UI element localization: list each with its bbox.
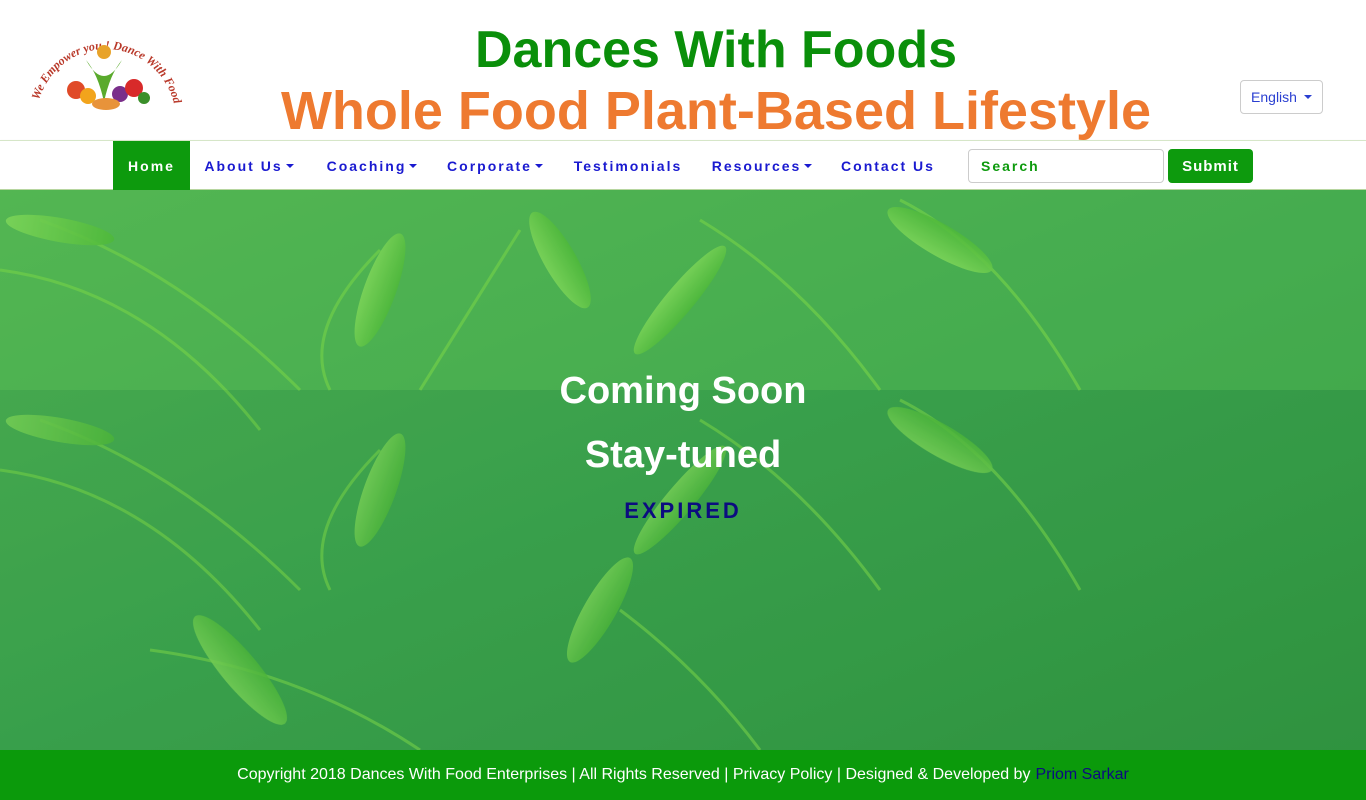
chevron-down-icon [1303, 95, 1312, 99]
stay-tuned-heading: Stay-tuned [584, 434, 782, 476]
search-input[interactable] [968, 149, 1164, 183]
chevron-down-icon [285, 163, 294, 168]
site-footer: Copyright 2018 Dances With Food Enterpri… [0, 750, 1366, 800]
site-header: We Empower you ! Dance With Foods Dances… [0, 0, 1366, 141]
submit-button[interactable]: Submit [1168, 149, 1253, 183]
nav-item-about-us[interactable]: About Us [195, 141, 303, 190]
nav-item-contact-us[interactable]: Contact Us [833, 141, 943, 190]
chevron-down-icon [534, 163, 543, 168]
chevron-down-icon [409, 163, 418, 168]
main-nav: Home About Us Coaching Corporate Testimo… [0, 140, 1366, 190]
nav-item-corporate[interactable]: Corporate [439, 141, 551, 190]
coming-soon-heading: Coming Soon [559, 370, 807, 412]
nav-item-coaching[interactable]: Coaching [313, 141, 431, 190]
countdown-status: EXPIRED [624, 498, 742, 523]
nav-item-resources[interactable]: Resources [703, 141, 821, 190]
chevron-down-icon [804, 163, 813, 168]
nav-item-home[interactable]: Home [113, 141, 190, 190]
copyright-text: Copyright 2018 Dances With Food Enterpri… [237, 766, 1031, 783]
developer-link[interactable]: Priom Sarkar [1035, 766, 1128, 784]
language-label: English [1251, 89, 1297, 105]
language-selector[interactable]: English [1240, 80, 1323, 114]
site-title: Dances With Foods [474, 21, 957, 79]
nav-item-testimonials[interactable]: Testimonials [566, 141, 690, 190]
site-subtitle: Whole Food Plant-Based Lifestyle [280, 81, 1152, 141]
